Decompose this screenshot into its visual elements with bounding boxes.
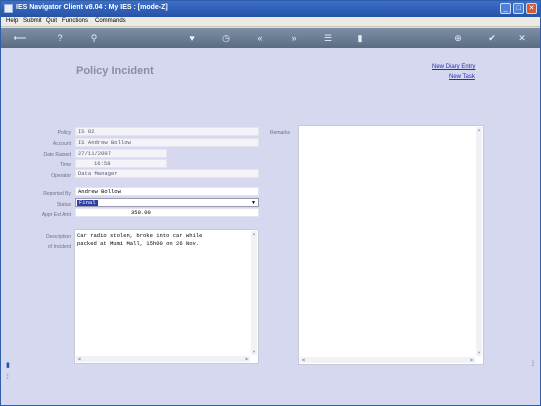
page-icon[interactable]: ▮ [353,32,367,44]
fast-forward-icon[interactable]: » [287,32,301,44]
new-task-link[interactable]: New Task [449,74,475,80]
description-label-line2: of Incident [47,244,71,250]
operator-label: Operator [51,173,71,179]
back-arrow-icon[interactable]: ⟵ [9,32,31,44]
remarks-label: Remarks [269,130,290,136]
date-raised-label: Date Raised [43,152,71,158]
window-title: IES Navigator Client v8.04 : My IES : [m… [16,4,168,11]
appr-est-amt-field[interactable]: 350.00 [75,208,259,217]
description-horizontal-scrollbar[interactable]: ◀ ▶ [76,356,250,362]
description-line-1: Car radio stolen, broke into car while [77,232,203,239]
description-vertical-scrollbar[interactable]: ▲ ▼ [251,231,257,355]
scroll-up-icon[interactable]: ▲ [251,231,257,237]
description-textarea[interactable]: Car radio stolen, broke into car while p… [74,229,259,364]
account-field[interactable]: IS Andrew Bollow [75,138,259,147]
page-title: Policy Incident [76,65,154,77]
remarks-vertical-scrollbar[interactable]: ▲ ▼ [476,127,482,356]
check-icon[interactable]: ✔ [485,32,499,44]
reported-by-label: Reported By [43,191,71,197]
scroll-up-icon[interactable]: ▲ [476,127,482,133]
search-icon[interactable]: ⚲ [87,32,101,44]
app-window: IES Navigator Client v8.04 : My IES : [m… [0,0,541,406]
time-label: Time [60,162,71,168]
scroll-left-icon[interactable]: ◀ [300,357,306,363]
close-window-button[interactable]: ✕ [526,3,537,14]
description-line-2: packed at Mumi Mall, 15h00 on 26 Nov. [77,240,200,247]
menu-quit[interactable]: Quit [46,18,57,24]
reported-by-field[interactable]: Andrew Bollow [75,187,259,196]
scroll-left-icon[interactable]: ◀ [76,356,82,362]
remarks-textarea[interactable]: ▲ ▼ ◀ ▶ [298,125,484,365]
status-bar [1,398,540,405]
scroll-right-icon[interactable]: ▶ [244,356,250,362]
close-icon[interactable]: ✕ [515,32,529,44]
status-select[interactable]: Final ▼ [75,198,259,207]
add-icon[interactable]: ⊕ [451,32,465,44]
menu-bar: Help Submit Quit Functions Commands [1,17,540,27]
description-text: Car radio stolen, broke into car while p… [77,232,248,248]
scroll-right-icon[interactable]: ▶ [469,357,475,363]
help-icon[interactable]: ? [53,32,67,44]
menu-help[interactable]: Help [6,18,18,24]
list-icon[interactable]: ☰ [321,32,335,44]
main-content: Policy Incident New Diary Entry New Task… [1,48,540,405]
new-diary-entry-link[interactable]: New Diary Entry [432,64,475,70]
side-panel-icon[interactable]: ▮ [6,361,10,369]
status-label: Status [56,202,71,208]
scroll-down-icon[interactable]: ▼ [251,349,257,355]
operator-field[interactable]: Data Manager [75,169,259,178]
heart-icon[interactable]: ♥ [185,32,199,44]
menu-commands[interactable]: Commands [95,18,126,24]
toolbar: ⟵ ? ⚲ ♥ ◷ « » ☰ ▮ ⊕ ✔ ✕ [1,28,540,48]
account-label: Account [52,141,71,147]
appr-est-amt-label: Appr Est Amt [41,212,71,218]
minimize-button[interactable]: _ [500,3,511,14]
policy-label: Policy [57,130,71,136]
description-label-line1: Description [45,234,71,240]
clock-icon[interactable]: ◷ [219,32,233,44]
maximize-button[interactable]: □ [513,3,524,14]
title-bar: IES Navigator Client v8.04 : My IES : [m… [1,1,540,17]
side-tool-icon[interactable]: ⦙ [7,374,9,382]
app-icon [4,4,13,13]
chevron-down-icon[interactable]: ▼ [250,200,257,206]
right-side-icon[interactable]: ⁞ [532,361,534,368]
remarks-horizontal-scrollbar[interactable]: ◀ ▶ [300,357,475,363]
menu-submit[interactable]: Submit [23,18,42,24]
time-field[interactable]: 16:58 [75,159,167,168]
rewind-icon[interactable]: « [253,32,267,44]
date-raised-field[interactable]: 27/11/2007 [75,149,167,158]
status-selected-value: Final [77,199,98,206]
scroll-down-icon[interactable]: ▼ [476,350,482,356]
menu-functions[interactable]: Functions [62,18,88,24]
